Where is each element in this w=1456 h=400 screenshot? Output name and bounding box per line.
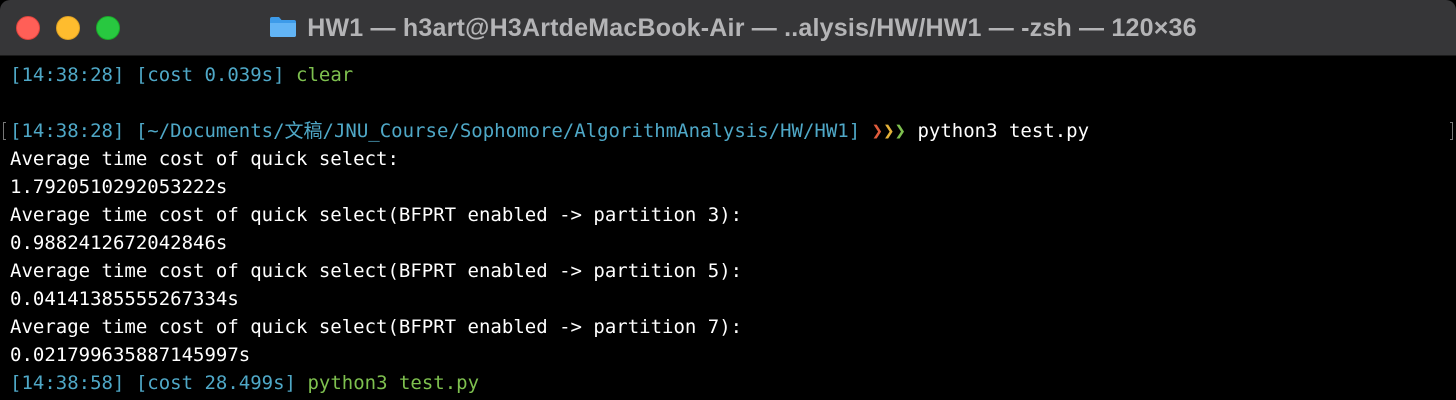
terminal-output[interactable]: [14:38:28] [cost 0.039s] clear [14:38:28… bbox=[10, 61, 1446, 397]
prompt-cost: [cost 0.039s] bbox=[135, 64, 285, 86]
prompt-time: [14:38:58] bbox=[10, 372, 125, 394]
command-text: python3 test.py bbox=[917, 120, 1090, 142]
title-bar[interactable]: HW1 — h3art@H3ArtdeMacBook-Air — ..alysi… bbox=[0, 0, 1456, 56]
prompt-arrow-icon: ❯ bbox=[883, 120, 895, 142]
prompt-arrow-icon: ❯ bbox=[871, 120, 884, 142]
folder-icon bbox=[270, 17, 297, 37]
command-text: clear bbox=[296, 64, 354, 86]
output-line: Average time cost of quick select(BFPRT … bbox=[10, 204, 743, 226]
window-title: HW1 — h3art@H3ArtdeMacBook-Air — ..alysi… bbox=[307, 13, 1197, 42]
window-title-group: HW1 — h3art@H3ArtdeMacBook-Air — ..alysi… bbox=[0, 0, 1456, 56]
prompt-cost: [cost 28.499s] bbox=[135, 372, 296, 394]
prompt-path: [~/Documents/文稿/JNU_Course/Sophomore/Alg… bbox=[135, 120, 861, 142]
terminal-line: [14:38:28] [cost 0.039s] clear bbox=[10, 61, 1446, 89]
prompt-time: [14:38:28] bbox=[10, 64, 125, 86]
output-line: Average time cost of quick select(BFPRT … bbox=[10, 316, 743, 338]
output-line: 0.021799635887145997s bbox=[10, 344, 251, 366]
output-line: Average time cost of quick select(BFPRT … bbox=[10, 260, 743, 282]
mark-bracket-left bbox=[3, 122, 6, 140]
mark-bracket-right bbox=[1450, 122, 1453, 140]
prompt-arrow-icon: ❯ bbox=[894, 120, 906, 142]
output-line: Average time cost of quick select: bbox=[10, 148, 399, 170]
output-line: 1.7920510292053222s bbox=[10, 176, 228, 198]
prompt-time: [14:38:28] bbox=[10, 120, 125, 142]
terminal-line: [14:38:28] [~/Documents/文稿/JNU_Course/So… bbox=[10, 117, 1446, 145]
command-text: python3 test.py bbox=[307, 372, 480, 394]
output-line: 0.9882412672042846s bbox=[10, 232, 228, 254]
terminal-line: [14:38:58] [cost 28.499s] python3 test.p… bbox=[10, 369, 1446, 397]
terminal-window: HW1 — h3art@H3ArtdeMacBook-Air — ..alysi… bbox=[0, 0, 1456, 400]
output-line: 0.04141385555267334s bbox=[10, 288, 239, 310]
